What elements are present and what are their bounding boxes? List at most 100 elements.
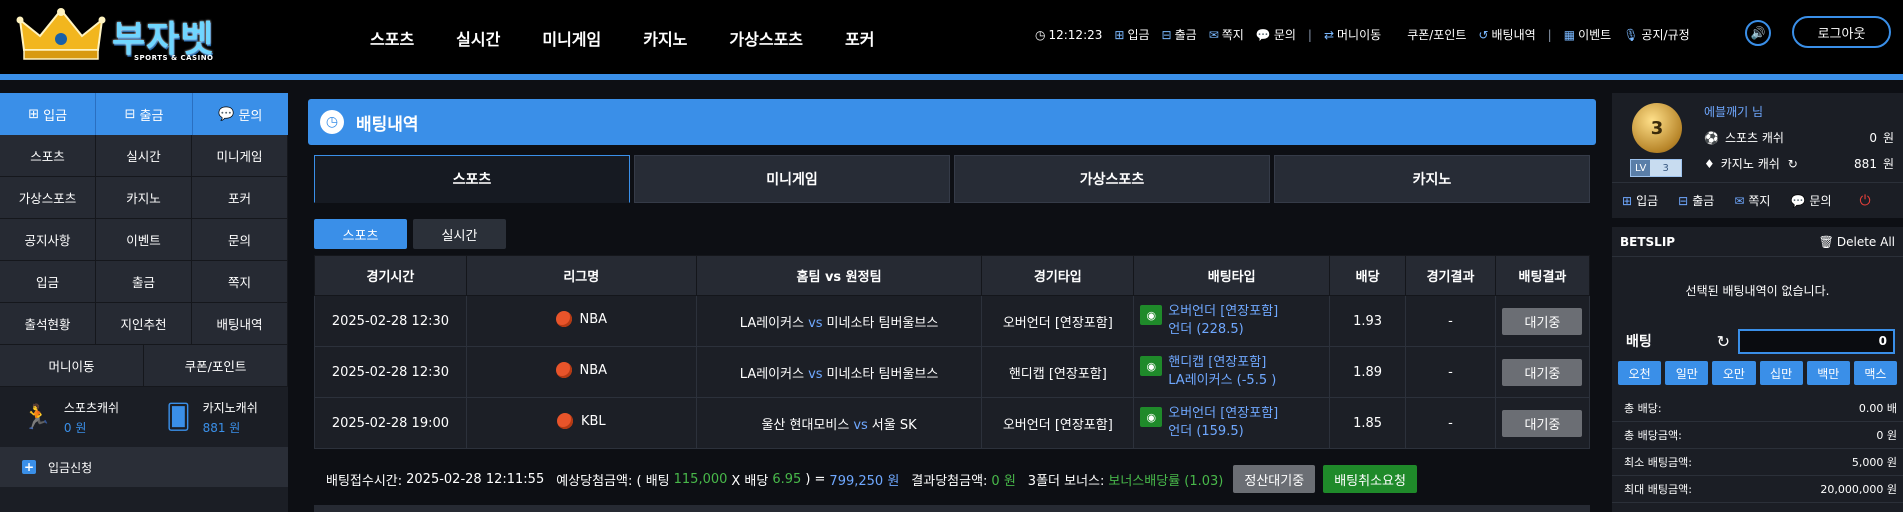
left-menu-sports[interactable]: 스포츠	[0, 135, 96, 177]
tab-sports[interactable]: 스포츠	[314, 155, 630, 203]
basketball-icon	[555, 311, 572, 327]
chip-10000[interactable]: 일만	[1665, 361, 1709, 385]
cell-odds: 1.85	[1329, 397, 1407, 449]
left-menu-attendance[interactable]: 출석현황	[0, 303, 96, 345]
subtab-sports[interactable]: 스포츠	[314, 219, 407, 249]
amount-chips: 오천 일만 오만 십만 백만 맥스	[1612, 359, 1903, 387]
col-header-bet-type: 배팅타입	[1133, 255, 1331, 296]
chat-icon: 💬	[218, 106, 235, 122]
level-badge: LV 3	[1630, 159, 1682, 177]
clock-icon: ◷	[1035, 27, 1046, 42]
eye-icon[interactable]: ◉	[1140, 356, 1163, 376]
col-header-time: 경기시간	[314, 255, 467, 296]
cell-time: 2025-02-28 19:00	[314, 397, 467, 449]
delete-all-button[interactable]: 🗑 Delete All	[1819, 235, 1895, 249]
left-deposit-button[interactable]: ⊞ 입금	[0, 93, 97, 135]
cell-odds: 1.89	[1329, 346, 1407, 398]
subtab-live[interactable]: 실시간	[413, 219, 506, 249]
left-menu-inquiry[interactable]: 문의	[192, 219, 288, 261]
left-menu-coupon-point[interactable]: 쿠폰/포인트	[144, 345, 288, 387]
tab-casino[interactable]: 카지노	[1274, 155, 1590, 203]
chip-100000[interactable]: 십만	[1759, 361, 1803, 385]
top-inquiry-link[interactable]: 💬 문의	[1256, 26, 1296, 43]
username[interactable]: 에블깨기 님	[1704, 103, 1763, 120]
left-inquiry-button[interactable]: 💬 문의	[192, 93, 288, 135]
chip-50000[interactable]: 오만	[1712, 361, 1756, 385]
nav-poker[interactable]: 포커	[845, 26, 874, 50]
deposit-request-button[interactable]: + 입금신청	[0, 447, 288, 487]
chip-max[interactable]: 맥스	[1853, 361, 1898, 385]
top-notice-link[interactable]: 🎙 공지/규정	[1623, 26, 1689, 43]
total-odds: 6.95	[772, 471, 802, 487]
left-menu-message[interactable]: 쪽지	[192, 261, 288, 303]
nav-live[interactable]: 실시간	[456, 26, 500, 50]
right-withdraw-link[interactable]: ⊟ 출금	[1678, 192, 1714, 209]
refresh-icon[interactable]: ↻	[1788, 157, 1798, 171]
level-medal-icon: 3	[1632, 103, 1682, 153]
cell-teams: LA레이커스 vs 미네소타 팀버울브스	[695, 346, 983, 398]
bonus-label: 3폴더 보너스:	[1027, 473, 1105, 489]
main-nav: 스포츠 실시간 미니게임 카지노 가상스포츠 포커	[370, 26, 916, 50]
trash-icon: 🗑	[1818, 234, 1834, 249]
right-inquiry-link[interactable]: 💬 문의	[1790, 192, 1831, 209]
eye-icon[interactable]: ◉	[1140, 407, 1163, 427]
cell-bet-type: ◉ 오버언더 [연장포함] 언더 (228.5)	[1133, 295, 1331, 347]
chip-1000000[interactable]: 백만	[1806, 361, 1850, 385]
top-money-transfer-link[interactable]: ⇄ 머니이동	[1324, 26, 1381, 43]
nav-minigame[interactable]: 미니게임	[542, 26, 601, 50]
tab-virtual-sports[interactable]: 가상스포츠	[954, 155, 1270, 203]
top-message-link[interactable]: ✉ 쪽지	[1209, 26, 1244, 43]
stat-total-odds: 총 배당: 0.00 배	[1612, 395, 1903, 422]
cell-time: 2025-02-28 12:30	[314, 346, 467, 398]
chip-5000[interactable]: 오천	[1618, 361, 1662, 385]
nav-sports[interactable]: 스포츠	[370, 26, 414, 50]
left-menu-notice[interactable]: 공지사항	[0, 219, 96, 261]
left-menu-money-transfer[interactable]: 머니이동	[0, 345, 144, 387]
top-bet-history-link[interactable]: ↺ 배팅내역	[1478, 26, 1535, 43]
right-deposit-link[interactable]: ⊞ 입금	[1622, 192, 1658, 209]
cell-league: NBA	[465, 346, 697, 398]
tab-minigame[interactable]: 미니게임	[634, 155, 950, 203]
left-menu-withdraw[interactable]: 출금	[96, 261, 192, 303]
sports-cash-row: ⚽ 스포츠 캐쉬 0원	[1704, 131, 1894, 145]
stat-max-bet: 최대 배팅금액: 20,000,000 원	[1612, 476, 1903, 503]
left-menu-deposit[interactable]: 입금	[0, 261, 96, 303]
logo[interactable]: 부자벳 SPORTS & CASINO	[16, 6, 216, 64]
sub-tabs: 스포츠 실시간	[314, 219, 506, 249]
power-icon[interactable]: ⏻	[1860, 193, 1871, 209]
right-message-link[interactable]: ✉ 쪽지	[1734, 192, 1770, 209]
top-withdraw-link[interactable]: ⊟ 출금	[1162, 26, 1197, 43]
left-menu-minigame[interactable]: 미니게임	[192, 135, 288, 177]
top-coupon-link[interactable]: 쿠폰/포인트	[1407, 26, 1466, 43]
left-menu-poker[interactable]: 포커	[192, 177, 288, 219]
left-menu-live[interactable]: 실시간	[96, 135, 192, 177]
left-menu-referral[interactable]: 지인추천	[96, 303, 192, 345]
left-menu-bet-history[interactable]: 배팅내역	[192, 303, 288, 345]
top-event-link[interactable]: ▦ 이벤트	[1564, 26, 1611, 43]
left-menu-casino[interactable]: 카지노	[96, 177, 192, 219]
pending-badge: 대기중	[1502, 358, 1583, 386]
nav-casino[interactable]: 카지노	[643, 26, 687, 50]
result-label: 결과당첨금액:	[911, 473, 988, 489]
left-withdraw-button[interactable]: ⊟ 출금	[96, 93, 193, 135]
bet-summary: 배팅접수시간: 2025-02-28 12:11:55 예상당첨금액: ( 배팅…	[326, 465, 1417, 493]
expected-amount: 799,250 원	[829, 473, 900, 489]
sound-toggle-button[interactable]: 🔊	[1745, 20, 1771, 46]
logout-button[interactable]: 로그아웃	[1792, 16, 1891, 48]
chat-icon: 💬	[1790, 193, 1806, 208]
speaker-icon: 🔊	[1750, 26, 1766, 40]
cancel-bet-button[interactable]: 배팅취소요청	[1323, 465, 1417, 493]
top-deposit-link[interactable]: ⊞ 입금	[1114, 26, 1149, 43]
cell-teams: LA레이커스 vs 미네소타 팀버울브스	[695, 295, 983, 347]
col-header-league: 리그명	[465, 255, 697, 296]
left-menu-event[interactable]: 이벤트	[96, 219, 192, 261]
left-menu-virtual-sports[interactable]: 가상스포츠	[0, 177, 96, 219]
settle-pending-button[interactable]: 정산대기중	[1233, 465, 1316, 493]
eye-icon[interactable]: ◉	[1140, 305, 1163, 325]
nav-virtual-sports[interactable]: 가상스포츠	[729, 26, 803, 50]
betslip: BETSLIP 🗑 Delete All 선택된 배팅내역이 없습니다. 배팅 ↻…	[1612, 227, 1903, 512]
refresh-icon[interactable]: ↻	[1717, 332, 1730, 351]
runner-icon: 🏃	[22, 403, 52, 431]
bet-amount-input[interactable]	[1738, 328, 1895, 354]
sports-wallet: 🏃 스포츠캐쉬 0 원	[22, 400, 120, 435]
